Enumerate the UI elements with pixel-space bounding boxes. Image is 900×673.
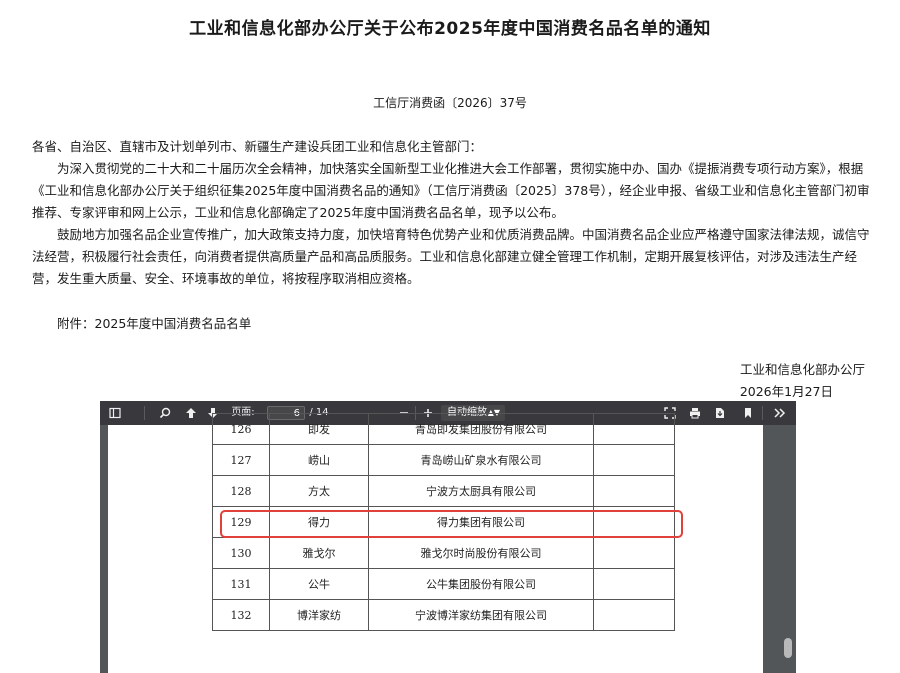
brand-name: 即发 xyxy=(269,413,369,445)
issue-date: 2026年1月27日 xyxy=(739,384,833,399)
company-name: 宁波方太厨具有限公司 xyxy=(368,475,594,507)
table-row: 128 方太 宁波方太厨具有限公司 xyxy=(212,475,675,507)
document-number: 工信厅消费函〔2026〕37号 xyxy=(373,96,527,110)
issuer: 工业和信息化部办公厅 xyxy=(739,362,865,377)
attachment-link[interactable]: 附件：2025年度中国消费名品名单 xyxy=(57,313,251,332)
scrollbar[interactable] xyxy=(779,425,796,673)
document-body: 各省、自治区、直辖市及计划单列市、新疆生产建设兵团工业和信息化主管部门： 为深入… xyxy=(32,136,872,290)
remarks-cell xyxy=(593,568,675,600)
more-tools-icon[interactable] xyxy=(770,401,790,425)
company-name: 雅戈尔时尚股份有限公司 xyxy=(368,537,594,569)
brand-name: 公牛 xyxy=(269,568,369,600)
table-row: 132 博洋家纺 宁波博洋家纺集团有限公司 xyxy=(212,599,675,631)
company-name: 宁波博洋家纺集团有限公司 xyxy=(368,599,594,631)
paragraph-2: 鼓励地方加强名品企业宣传推广，加大政策支持力度，加快培育特色优势产业和优质消费品… xyxy=(32,227,870,286)
brand-name: 崂山 xyxy=(269,444,369,476)
remarks-cell xyxy=(593,475,675,507)
row-number: 126 xyxy=(212,413,270,445)
scrollbar-thumb[interactable] xyxy=(784,638,792,658)
remarks-cell xyxy=(593,444,675,476)
paragraph-1: 为深入贯彻党的二十大和二十届历次全会精神，加快落实全国新型工业化推进大会工作部署… xyxy=(32,161,870,220)
pdf-viewer: 页面: 6 / 14 自动缩放 ▲▼ 126 即发 青岛即发集团股份有限公司 1… xyxy=(100,401,796,673)
pdf-page: 126 即发 青岛即发集团股份有限公司 127 崂山 青岛崂山矿泉水有限公司 128 方太 宁波… xyxy=(108,413,763,673)
salutation: 各省、自治区、直辖市及计划单列市、新疆生产建设兵团工业和信息化主管部门： xyxy=(32,139,483,154)
tools-divider xyxy=(762,406,763,420)
search-icon[interactable] xyxy=(156,401,174,425)
row-number: 128 xyxy=(212,475,270,507)
row-number: 132 xyxy=(212,599,270,631)
sidebar-toggle-icon[interactable] xyxy=(106,401,124,425)
row-number: 130 xyxy=(212,537,270,569)
table-row: 130 雅戈尔 雅戈尔时尚股份有限公司 xyxy=(212,537,675,569)
company-name: 青岛即发集团股份有限公司 xyxy=(368,413,594,445)
table-row: 131 公牛 公牛集团股份有限公司 xyxy=(212,568,675,600)
document-title: 工业和信息化部办公厅关于公布2025年度中国消费名品名单的通知 xyxy=(189,19,711,39)
brand-name: 博洋家纺 xyxy=(269,599,369,631)
row-number: 131 xyxy=(212,568,270,600)
row-number: 127 xyxy=(212,444,270,476)
company-name: 青岛崂山矿泉水有限公司 xyxy=(368,444,594,476)
table-row: 127 崂山 青岛崂山矿泉水有限公司 xyxy=(212,444,675,476)
print-icon[interactable] xyxy=(687,401,703,425)
previous-page-icon[interactable] xyxy=(182,401,200,425)
bookmark-icon[interactable] xyxy=(740,401,756,425)
remarks-cell xyxy=(593,537,675,569)
remarks-cell xyxy=(593,413,675,445)
remarks-cell xyxy=(593,599,675,631)
download-icon[interactable] xyxy=(712,401,728,425)
brand-name: 方太 xyxy=(269,475,369,507)
toolbar-divider xyxy=(144,406,145,420)
highlight-box xyxy=(220,510,683,538)
table-row: 126 即发 青岛即发集团股份有限公司 xyxy=(212,413,675,445)
brand-name: 雅戈尔 xyxy=(269,537,369,569)
company-name: 公牛集团股份有限公司 xyxy=(368,568,594,600)
